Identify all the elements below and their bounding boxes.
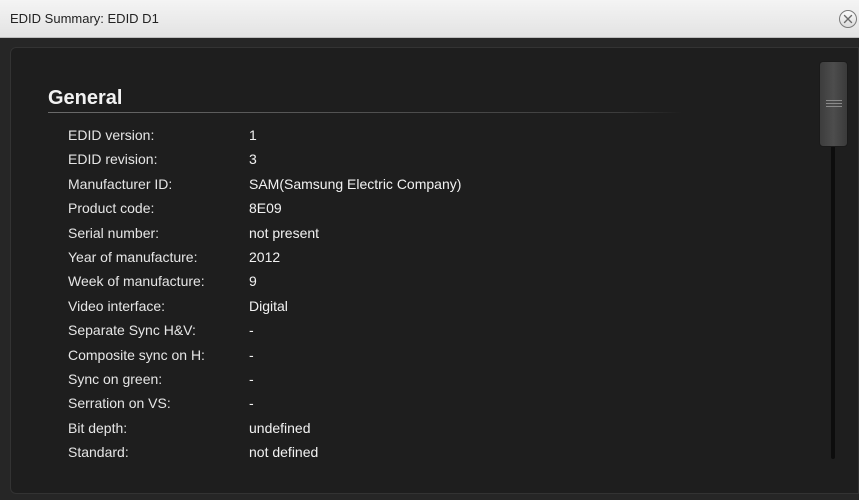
- property-row: Manufacturer ID: SAM(Samsung Electric Co…: [68, 176, 668, 200]
- property-label: EDID version:: [68, 127, 155, 143]
- property-label: Year of manufacture:: [68, 248, 198, 265]
- property-value: SAM(Samsung Electric Company): [249, 175, 462, 192]
- property-row: Standard: not defined: [68, 444, 668, 468]
- property-value: -: [249, 395, 254, 412]
- title-bar[interactable]: EDID Summary: EDID D1: [0, 0, 859, 38]
- property-value: undefined: [249, 419, 311, 436]
- property-row: Separate Sync H&V: -: [68, 322, 668, 346]
- property-row: Serration on VS: -: [68, 395, 668, 419]
- property-row: Sync on green: -: [68, 371, 668, 395]
- property-value: not present: [249, 224, 320, 241]
- property-row: Product code: 8E09: [68, 200, 668, 224]
- property-row: Composite sync on H: -: [68, 347, 668, 371]
- property-value: 1: [249, 127, 257, 143]
- close-icon: [843, 14, 853, 24]
- property-label: Sync on green:: [68, 370, 163, 387]
- scroll-grip-icon: [826, 100, 842, 107]
- section-divider: [48, 112, 682, 113]
- scroll-thumb[interactable]: [819, 61, 848, 147]
- property-label: Week of manufacture:: [68, 273, 205, 290]
- property-value: 9: [249, 273, 257, 290]
- property-value: -: [249, 370, 254, 387]
- property-row: Bit depth: undefined: [68, 420, 668, 444]
- property-value: 3: [249, 151, 257, 168]
- summary-panel: General EDID version: 1 EDID revision: 3…: [10, 47, 859, 494]
- property-value: 2012: [249, 248, 281, 265]
- property-label: Serial number:: [68, 224, 160, 241]
- property-list: EDID version: 1 EDID revision: 3 Manufac…: [68, 127, 668, 468]
- property-value: -: [249, 322, 254, 339]
- property-label: Composite sync on H:: [68, 346, 205, 363]
- property-label: Separate Sync H&V:: [68, 322, 196, 339]
- property-row: Week of manufacture: 9: [68, 273, 668, 297]
- property-row: Year of manufacture: 2012: [68, 249, 668, 273]
- property-label: EDID revision:: [68, 151, 158, 168]
- section-title: General: [48, 87, 123, 109]
- property-row: Video interface: Digital: [68, 298, 668, 322]
- property-value: 8E09: [249, 200, 282, 217]
- property-label: Serration on VS:: [68, 395, 171, 412]
- property-value: -: [249, 346, 254, 363]
- property-value: not defined: [249, 444, 319, 461]
- property-label: Product code:: [68, 200, 155, 217]
- close-button[interactable]: [839, 10, 857, 28]
- property-row: EDID version: 1: [68, 127, 668, 151]
- property-label: Video interface:: [68, 297, 166, 314]
- scroll-track[interactable]: [831, 143, 835, 459]
- window-title: EDID Summary: EDID D1: [10, 11, 159, 26]
- property-label: Manufacturer ID:: [68, 175, 173, 192]
- property-label: Standard:: [68, 444, 129, 461]
- vertical-scrollbar[interactable]: [819, 61, 848, 488]
- property-value: Digital: [249, 297, 288, 314]
- property-label: Bit depth:: [68, 419, 128, 436]
- property-row: Serial number: not present: [68, 225, 668, 249]
- edid-summary-window: EDID Summary: EDID D1 General EDID versi…: [0, 0, 859, 500]
- property-row: EDID revision: 3: [68, 151, 668, 175]
